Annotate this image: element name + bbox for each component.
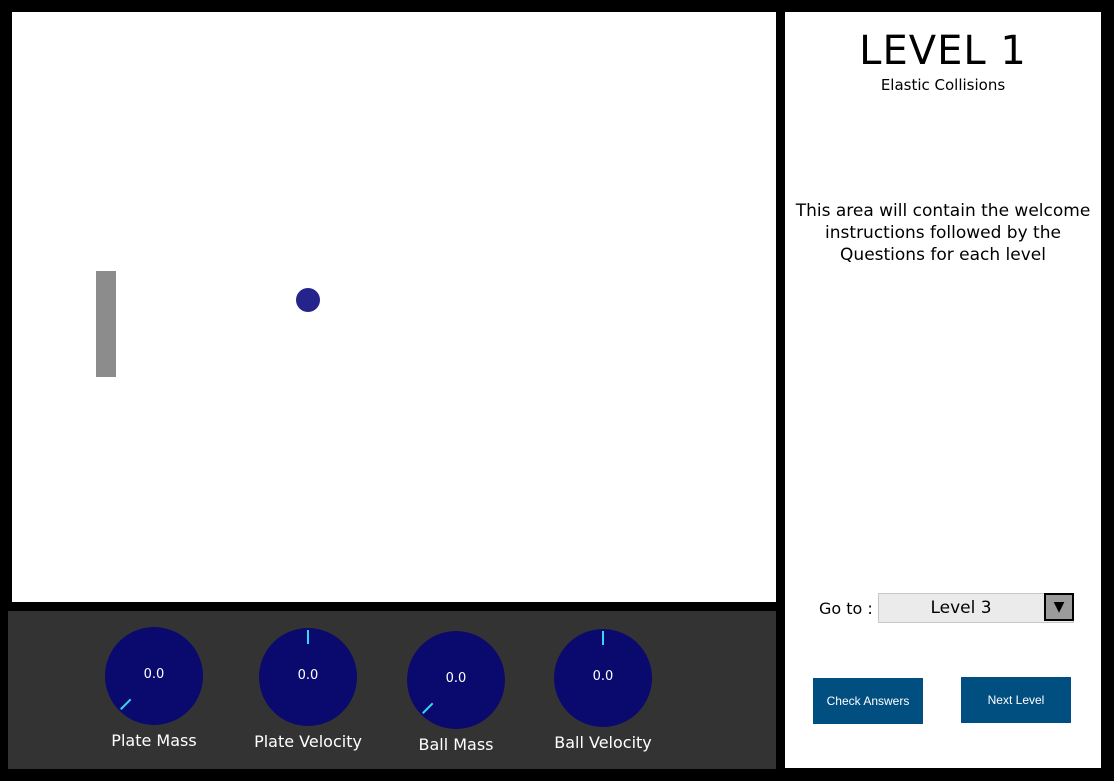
- level-title: LEVEL 1: [859, 28, 1027, 74]
- plate-mass-label: Plate Mass: [111, 731, 197, 750]
- ball-mass-label: Ball Mass: [418, 735, 494, 754]
- plate-mass-control: 0.0 Plate Mass: [94, 627, 214, 750]
- goto-label: Go to :: [819, 599, 873, 618]
- plate: [96, 271, 116, 377]
- plate-velocity-label: Plate Velocity: [254, 732, 362, 751]
- instructions-text: This area will contain the welcome instr…: [795, 201, 1091, 265]
- controls-panel: 0.0 Plate Mass 0.0 Plate Velocity 0.0 Ba…: [8, 611, 776, 769]
- level-subtitle: Elastic Collisions: [880, 76, 1006, 94]
- simulation-canvas[interactable]: [12, 12, 776, 602]
- next-level-button[interactable]: Next Level: [961, 677, 1071, 723]
- plate-mass-knob[interactable]: 0.0: [105, 627, 203, 725]
- ball-mass-knob[interactable]: 0.0: [407, 631, 505, 729]
- ball-velocity-value: 0.0: [592, 669, 614, 684]
- ball-mass-pointer: [422, 702, 434, 714]
- check-answers-button[interactable]: Check Answers: [813, 678, 923, 724]
- plate-velocity-value: 0.0: [297, 668, 319, 683]
- ball-mass-value: 0.0: [445, 671, 467, 686]
- plate-mass-value: 0.0: [143, 667, 165, 682]
- ball-velocity-label: Ball Velocity: [554, 733, 652, 752]
- instructions-panel: LEVEL 1 Elastic Collisions This area wil…: [785, 12, 1101, 768]
- ball-velocity-pointer: [602, 631, 604, 645]
- ball-velocity-control: 0.0 Ball Velocity: [543, 629, 663, 752]
- ball-velocity-knob[interactable]: 0.0: [554, 629, 652, 727]
- plate-mass-pointer: [120, 698, 132, 710]
- plate-velocity-knob[interactable]: 0.0: [259, 628, 357, 726]
- level-select-value: Level 3: [930, 598, 992, 618]
- plate-velocity-pointer: [307, 630, 309, 644]
- ball-mass-control: 0.0 Ball Mass: [396, 631, 516, 754]
- plate-velocity-control: 0.0 Plate Velocity: [248, 628, 368, 751]
- dropdown-arrow-icon[interactable]: ▼: [1044, 593, 1074, 621]
- ball: [296, 288, 320, 312]
- level-select[interactable]: Level 3 ▼: [878, 593, 1074, 623]
